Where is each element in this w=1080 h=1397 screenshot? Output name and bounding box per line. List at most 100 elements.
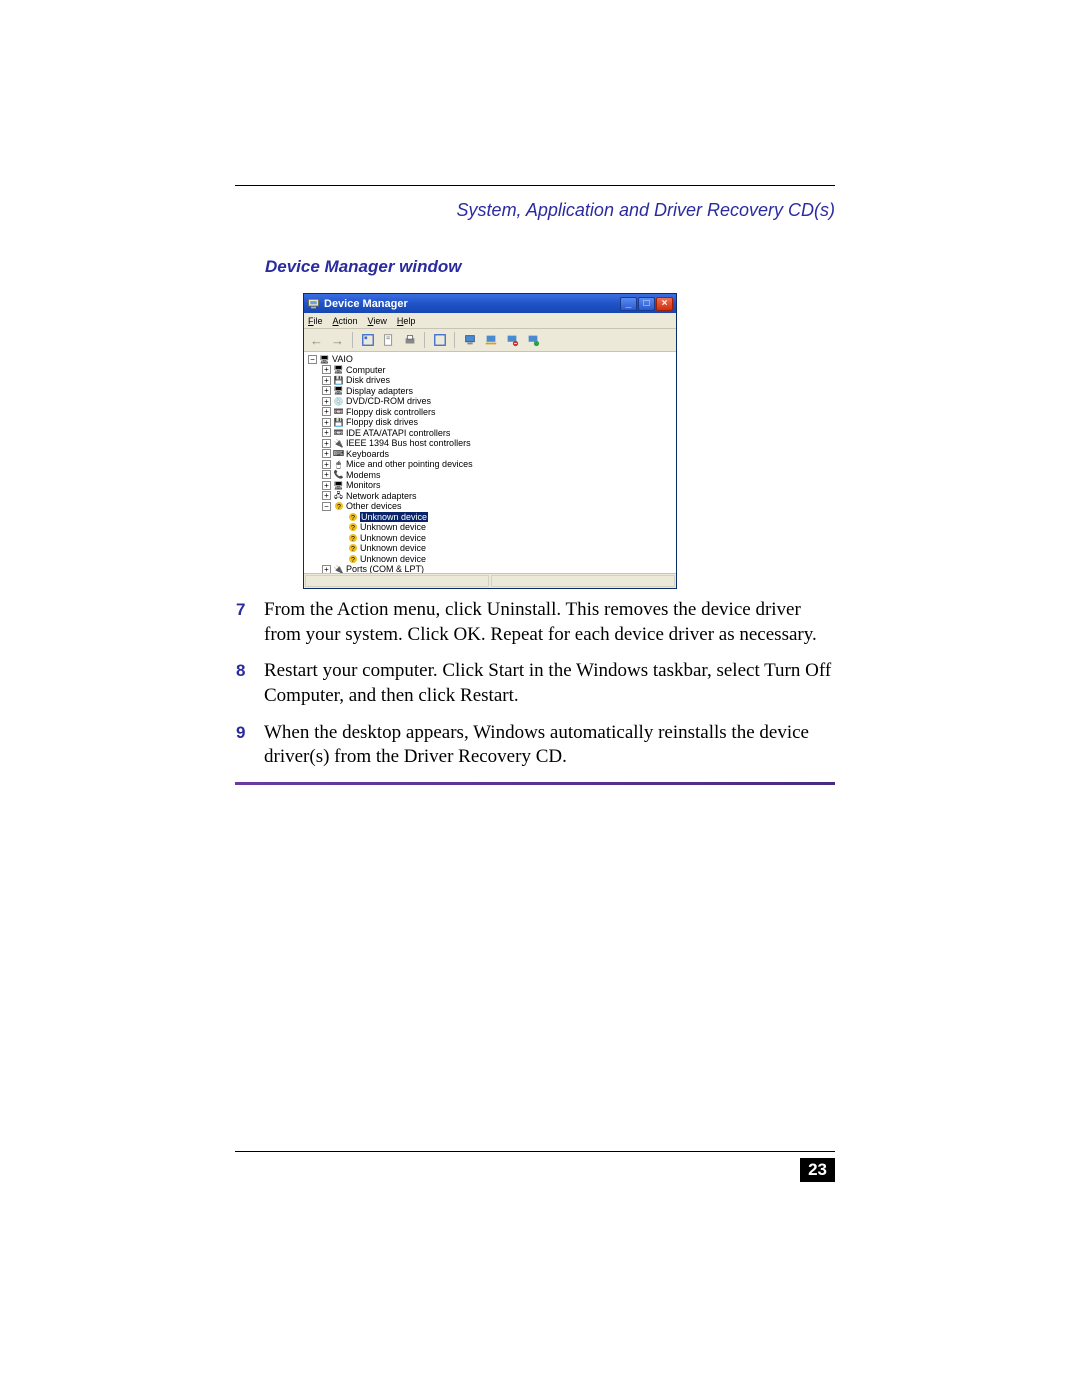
tree-category[interactable]: +💿DVD/CD-ROM drives xyxy=(308,396,676,407)
tree-category[interactable]: +🔌Ports (COM & LPT) xyxy=(308,564,676,573)
menu-view[interactable]: View xyxy=(368,316,387,326)
computer-icon[interactable] xyxy=(461,332,478,349)
tree-unknown-device[interactable]: ?Unknown device xyxy=(308,543,676,554)
warning-icon: ? xyxy=(347,554,358,564)
tree-root[interactable]: − 🖥 VAIO xyxy=(308,354,676,365)
cat-label: Ports (COM & LPT) xyxy=(346,564,424,573)
step-number: 9 xyxy=(236,721,264,770)
tree-category[interactable]: +🖥Monitors xyxy=(308,480,676,491)
tree-category[interactable]: +🖥Computer xyxy=(308,365,676,376)
port-icon: 🔌 xyxy=(333,564,344,573)
svg-text:?: ? xyxy=(351,525,355,532)
menu-action[interactable]: Action xyxy=(333,316,358,326)
toolbar-icon[interactable] xyxy=(431,332,448,349)
menu-file[interactable]: File xyxy=(308,316,323,326)
tree-unknown-device[interactable]: ? Unknown device xyxy=(308,512,676,523)
expand-icon[interactable]: + xyxy=(322,460,331,469)
expand-icon[interactable]: + xyxy=(322,407,331,416)
tree-category[interactable]: +📞Modems xyxy=(308,470,676,481)
expand-icon[interactable]: + xyxy=(322,491,331,500)
menu-help[interactable]: Help xyxy=(397,316,416,326)
tree-unknown-device[interactable]: ?Unknown device xyxy=(308,554,676,565)
properties-icon[interactable] xyxy=(380,332,397,349)
dvd-icon: 💿 xyxy=(333,396,344,406)
expand-icon[interactable]: + xyxy=(322,397,331,406)
expand-icon[interactable]: + xyxy=(322,386,331,395)
cat-label: Mice and other pointing devices xyxy=(346,459,473,469)
cat-label: Display adapters xyxy=(346,386,413,396)
uninstall-icon[interactable] xyxy=(503,332,520,349)
tree-unknown-device[interactable]: ?Unknown device xyxy=(308,533,676,544)
cat-label: IDE ATA/ATAPI controllers xyxy=(346,428,450,438)
cat-label: Monitors xyxy=(346,480,381,490)
expand-icon[interactable]: + xyxy=(322,481,331,490)
collapse-icon[interactable]: − xyxy=(322,502,331,511)
expand-icon[interactable]: + xyxy=(322,439,331,448)
nav-back-button[interactable]: ← xyxy=(308,332,325,349)
step-number: 8 xyxy=(236,659,264,708)
network-icon: 🖧 xyxy=(333,491,344,501)
expand-icon[interactable]: + xyxy=(322,470,331,479)
device-tree[interactable]: − 🖥 VAIO +🖥Computer +💾Disk drives +🖥Disp… xyxy=(304,352,676,573)
unknown-label: Unknown device xyxy=(360,554,426,564)
print-icon[interactable] xyxy=(401,332,418,349)
cat-label: Keyboards xyxy=(346,449,389,459)
monitor-icon: 🖥 xyxy=(333,480,344,490)
nav-forward-button[interactable]: → xyxy=(329,332,346,349)
scan-icon[interactable] xyxy=(482,332,499,349)
tree-category[interactable]: +🖧Network adapters xyxy=(308,491,676,502)
tree-category[interactable]: +🔌IEEE 1394 Bus host controllers xyxy=(308,438,676,449)
tree-category[interactable]: +💾Floppy disk drives xyxy=(308,417,676,428)
display-icon: 🖥 xyxy=(333,386,344,396)
ide-icon: 📼 xyxy=(333,428,344,438)
warning-icon: ? xyxy=(347,512,358,522)
expand-icon[interactable]: + xyxy=(322,449,331,458)
ieee1394-icon: 🔌 xyxy=(333,438,344,448)
unknown-label-selected: Unknown device xyxy=(360,512,428,522)
status-bar xyxy=(304,573,676,588)
device-manager-window: Device Manager _ □ × File Action View He… xyxy=(303,293,677,589)
update-icon[interactable] xyxy=(524,332,541,349)
step-8: 8 Restart your computer. Click Start in … xyxy=(236,659,836,708)
expand-icon[interactable]: + xyxy=(322,565,331,573)
page-number: 23 xyxy=(800,1158,835,1182)
svg-text:?: ? xyxy=(351,515,355,522)
warning-icon: ? xyxy=(347,533,358,543)
collapse-icon[interactable]: − xyxy=(308,355,317,364)
tree-category[interactable]: +🖥Display adapters xyxy=(308,386,676,397)
svg-text:?: ? xyxy=(337,504,341,511)
app-icon xyxy=(307,297,320,310)
instruction-steps: 7 From the Action menu, click Uninstall.… xyxy=(236,598,836,782)
step-number: 7 xyxy=(236,598,264,647)
expand-icon[interactable]: + xyxy=(322,365,331,374)
computer-icon: 🖥 xyxy=(319,354,330,364)
bottom-rule xyxy=(235,782,835,785)
step-text: From the Action menu, click Uninstall. T… xyxy=(264,598,836,647)
step-text: When the desktop appears, Windows automa… xyxy=(264,721,836,770)
unknown-label: Unknown device xyxy=(360,522,426,532)
tree-category[interactable]: +📼IDE ATA/ATAPI controllers xyxy=(308,428,676,439)
step-9: 9 When the desktop appears, Windows auto… xyxy=(236,721,836,770)
tree-unknown-device[interactable]: ? Unknown device xyxy=(308,522,676,533)
minimize-button[interactable]: _ xyxy=(620,297,637,311)
tree-category[interactable]: +💾Disk drives xyxy=(308,375,676,386)
unknown-label: Unknown device xyxy=(360,533,426,543)
tree-category[interactable]: +⌨Keyboards xyxy=(308,449,676,460)
tree-category[interactable]: +🖱Mice and other pointing devices xyxy=(308,459,676,470)
cat-label: Other devices xyxy=(346,501,402,511)
expand-icon[interactable]: + xyxy=(322,418,331,427)
window-titlebar[interactable]: Device Manager _ □ × xyxy=(304,294,676,313)
device-icon: 🖥 xyxy=(333,365,344,375)
tree-other-devices[interactable]: −? Other devices xyxy=(308,501,676,512)
close-button[interactable]: × xyxy=(656,297,673,311)
step-7: 7 From the Action menu, click Uninstall.… xyxy=(236,598,836,647)
cat-label: Floppy disk drives xyxy=(346,417,418,427)
cat-label: DVD/CD-ROM drives xyxy=(346,396,431,406)
footer-rule xyxy=(235,1151,835,1152)
tree-category[interactable]: +📼Floppy disk controllers xyxy=(308,407,676,418)
toolbar-icon[interactable] xyxy=(359,332,376,349)
expand-icon[interactable]: + xyxy=(322,376,331,385)
maximize-button[interactable]: □ xyxy=(638,297,655,311)
warning-icon: ? xyxy=(347,543,358,553)
expand-icon[interactable]: + xyxy=(322,428,331,437)
